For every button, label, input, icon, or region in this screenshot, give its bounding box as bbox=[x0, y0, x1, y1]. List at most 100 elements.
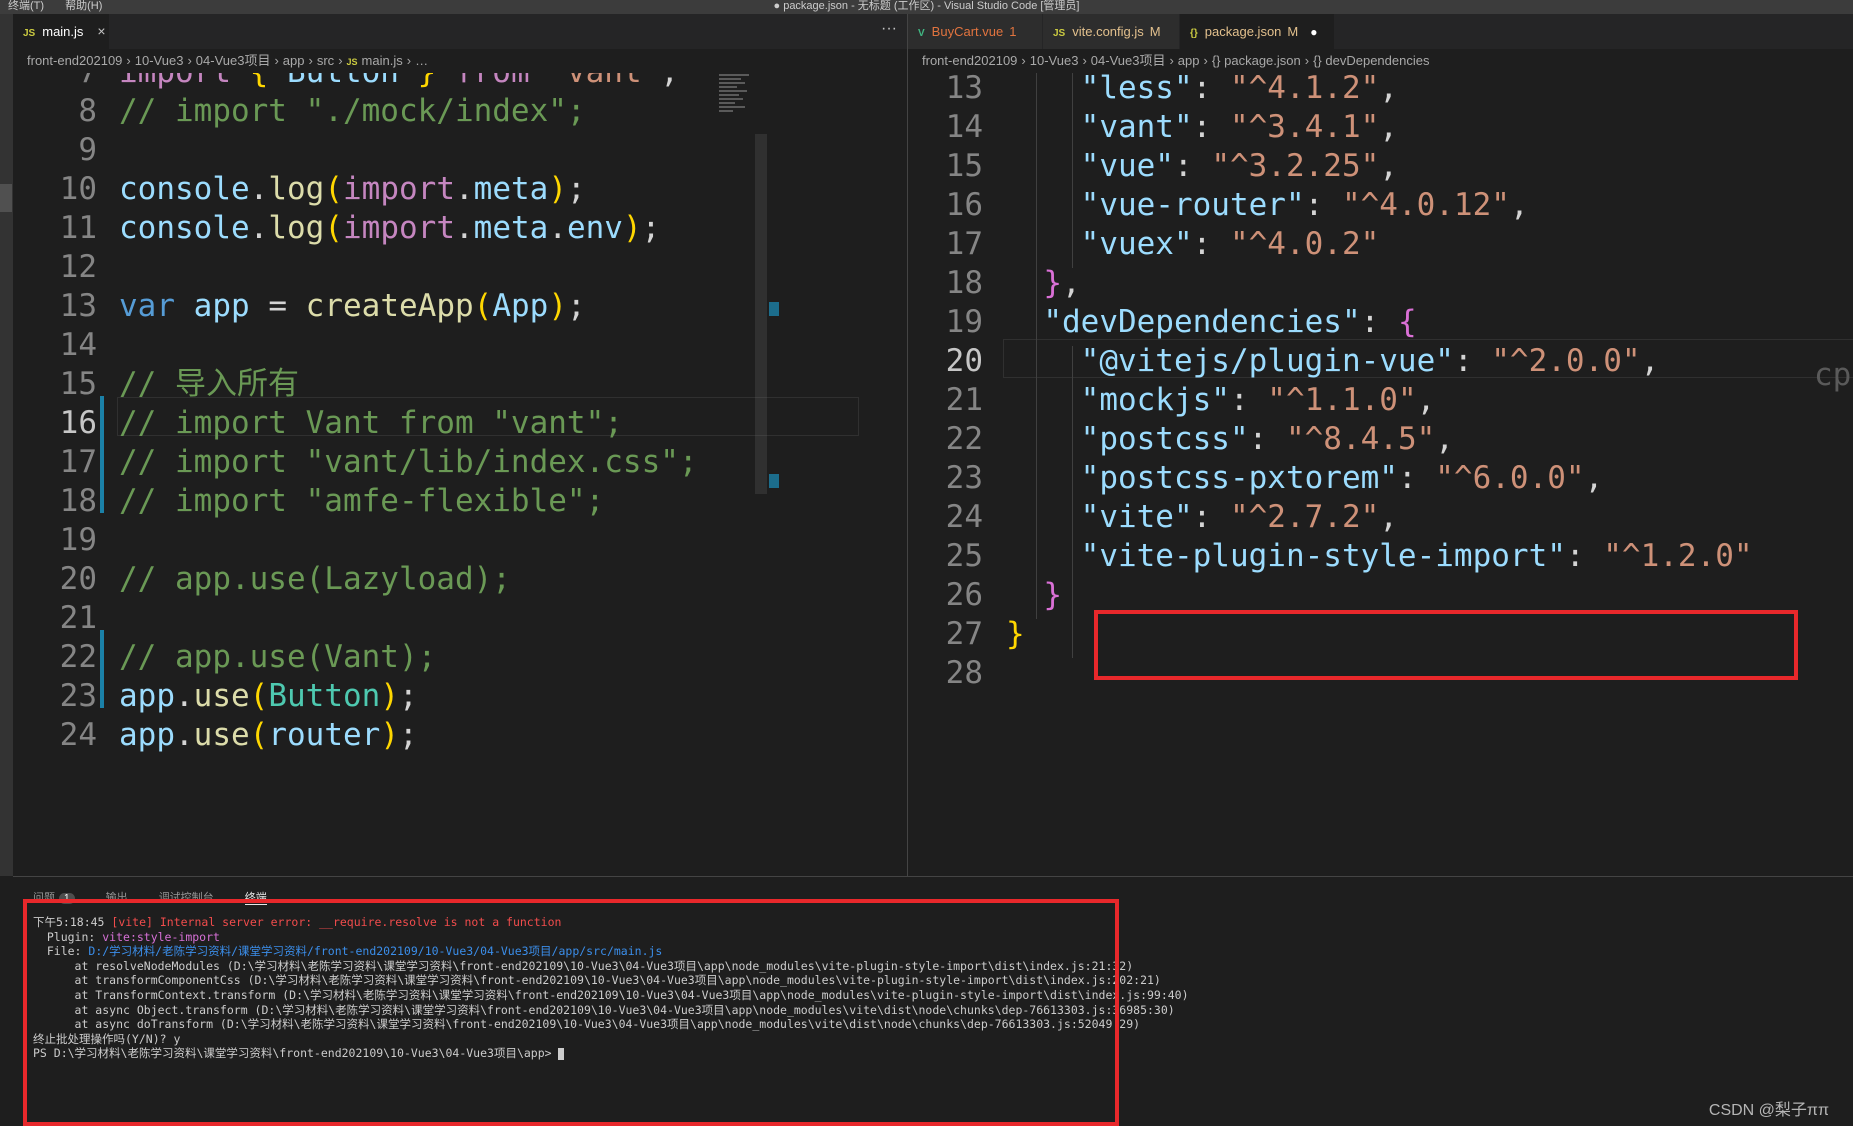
right-editor-group: V BuyCart.vue 1 JS vite.config.js M {} packag… bbox=[908, 14, 1853, 876]
code-editor[interactable]: 13 "less": "^4.1.2", 14 "vant": "^3.4.1",… bbox=[908, 73, 1853, 876]
code-line[interactable]: 11 console.log(import.meta.env); bbox=[13, 209, 907, 248]
tab-vite-config-js[interactable]: JS vite.config.js M bbox=[1043, 14, 1179, 49]
code-token: ( bbox=[324, 210, 343, 246]
line-number: 17 bbox=[59, 444, 97, 480]
code-line[interactable]: 14 "vant": "^3.4.1", bbox=[908, 108, 1853, 147]
code-token: env bbox=[566, 210, 623, 246]
breadcrumb-item[interactable]: app bbox=[1178, 53, 1200, 68]
code-token: . bbox=[175, 717, 194, 753]
breadcrumb-item[interactable]: {} package.json bbox=[1212, 53, 1301, 68]
code-line[interactable]: 22 "postcss": "^8.4.5", bbox=[908, 420, 1853, 459]
code-line[interactable]: 21 "mockjs": "^1.1.0", bbox=[908, 381, 1853, 420]
code-text: "vite": "^2.7.2", bbox=[1006, 498, 1398, 537]
breadcrumb-item[interactable]: {} devDependencies bbox=[1313, 53, 1429, 68]
code-line[interactable]: 13 "less": "^4.1.2", bbox=[908, 73, 1853, 108]
code-line[interactable]: 7 import { Button } from "vant"; bbox=[13, 73, 907, 92]
breadcrumb-item[interactable]: src bbox=[317, 53, 334, 68]
code-token: ( bbox=[249, 678, 269, 714]
line-number: 13 bbox=[59, 288, 97, 324]
breadcrumb-item[interactable]: main.js bbox=[362, 53, 403, 68]
code-line[interactable]: 23 "postcss-pxtorem": "^6.0.0", bbox=[908, 459, 1853, 498]
breadcrumb-item[interactable]: front-end202109 bbox=[27, 53, 122, 68]
breadcrumb-item[interactable]: 10-Vue3 bbox=[1030, 53, 1079, 68]
js-file-icon: JS bbox=[346, 57, 358, 67]
line-number: 24 bbox=[59, 717, 97, 753]
code-text: // app.use(Vant); bbox=[119, 638, 436, 677]
code-token: "^6.0.0" bbox=[1435, 460, 1585, 496]
overview-ruler-mark bbox=[769, 302, 779, 316]
more-actions-icon[interactable]: ··· bbox=[881, 14, 897, 49]
code-token: . bbox=[175, 678, 194, 714]
code-line[interactable]: 24 "vite": "^2.7.2", bbox=[908, 498, 1853, 537]
code-line[interactable]: 9 bbox=[13, 131, 907, 170]
code-line[interactable]: 16 "vue-router": "^4.0.12", bbox=[908, 186, 1853, 225]
breadcrumb-item[interactable]: app bbox=[283, 53, 305, 68]
code-text: import { Button } from "vant"; bbox=[119, 73, 679, 92]
line-number: 15 bbox=[945, 148, 983, 184]
line-number: 28 bbox=[945, 655, 983, 691]
chevron-right-icon: › bbox=[1082, 53, 1087, 68]
code-line[interactable]: 19 bbox=[13, 521, 907, 560]
code-line[interactable]: 14 bbox=[13, 326, 907, 365]
breadcrumb-item[interactable]: 04-Vue3项目 bbox=[196, 53, 271, 68]
js-file-icon: JS bbox=[23, 28, 36, 39]
json-file-icon: {} bbox=[1190, 28, 1198, 39]
code-line[interactable]: 20 "@vitejs/plugin-vue": "^2.0.0", bbox=[908, 342, 1853, 381]
code-line[interactable]: 18 }, bbox=[908, 264, 1853, 303]
line-number: 23 bbox=[59, 678, 97, 714]
code-token: console bbox=[119, 210, 250, 246]
tab-main-js[interactable]: JS main.js × bbox=[13, 14, 109, 49]
code-line[interactable]: 12 bbox=[13, 248, 907, 287]
scrollbar[interactable] bbox=[755, 134, 767, 494]
code-line[interactable]: 23 app.use(Button); bbox=[13, 677, 907, 716]
code-token: App bbox=[492, 288, 549, 324]
code-token: meta bbox=[473, 210, 549, 246]
line-number: 26 bbox=[945, 577, 983, 613]
breadcrumb-item[interactable]: 04-Vue3项目 bbox=[1091, 53, 1166, 68]
overview-ruler-mark bbox=[769, 474, 779, 488]
code-line[interactable]: 20 // app.use(Lazyload); bbox=[13, 560, 907, 599]
minimap[interactable] bbox=[719, 74, 749, 118]
tab-buycart-vue[interactable]: V BuyCart.vue 1 bbox=[908, 14, 1042, 49]
code-text: "postcss": "^8.4.5", bbox=[1006, 420, 1454, 459]
code-token: ) bbox=[548, 171, 567, 207]
breadcrumb-item[interactable]: 10-Vue3 bbox=[135, 53, 184, 68]
inline-hint: cpe bbox=[1814, 357, 1853, 393]
code-token: // import "./mock/index"; bbox=[119, 93, 586, 129]
code-line[interactable]: 16 // import Vant from "vant"; bbox=[13, 404, 907, 443]
code-line[interactable]: 8 // import "./mock/index"; bbox=[13, 92, 907, 131]
code-token: "^4.1.2" bbox=[1229, 73, 1380, 106]
code-line[interactable]: 21 bbox=[13, 599, 907, 638]
line-number: 13 bbox=[945, 73, 983, 106]
breadcrumb-item[interactable]: front-end202109 bbox=[922, 53, 1017, 68]
line-number: 14 bbox=[59, 327, 97, 363]
code-line[interactable]: 15 "vue": "^3.2.25", bbox=[908, 147, 1853, 186]
code-token: "^3.2.25" bbox=[1211, 148, 1380, 184]
code-line[interactable]: 15 // 导入所有 bbox=[13, 365, 907, 404]
tab-package-json[interactable]: {} package.json M ● bbox=[1180, 14, 1334, 49]
code-token: app bbox=[119, 678, 175, 714]
line-number: 20 bbox=[945, 343, 983, 379]
unsaved-dot-icon[interactable]: ● bbox=[1310, 25, 1317, 39]
code-line[interactable]: 24 app.use(router); bbox=[13, 716, 907, 755]
code-text: "postcss-pxtorem": "^6.0.0", bbox=[1006, 459, 1604, 498]
breadcrumb-item[interactable]: … bbox=[415, 53, 428, 68]
line-number: 11 bbox=[59, 210, 97, 246]
code-line[interactable]: 22 // app.use(Vant); bbox=[13, 638, 907, 677]
code-token: , bbox=[1379, 148, 1398, 184]
code-token: , bbox=[1379, 73, 1398, 106]
code-text: app.use(Button); bbox=[119, 677, 418, 716]
code-token: : bbox=[1192, 109, 1230, 145]
close-icon[interactable]: × bbox=[97, 23, 105, 39]
code-token: : bbox=[1453, 343, 1492, 379]
code-line[interactable]: 17 "vuex": "^4.0.2" bbox=[908, 225, 1853, 264]
code-line[interactable]: 10 console.log(import.meta); bbox=[13, 170, 907, 209]
code-token: , bbox=[1416, 382, 1436, 418]
code-token: ; bbox=[660, 73, 679, 90]
code-token: ) bbox=[380, 678, 399, 714]
code-token: , bbox=[1584, 460, 1604, 496]
activity-active-indicator[interactable] bbox=[0, 184, 12, 212]
code-line[interactable]: 19 "devDependencies": { bbox=[908, 303, 1853, 342]
code-line[interactable]: 25 "vite-plugin-style-import": "^1.2.0" bbox=[908, 537, 1853, 576]
watermark: CSDN @梨子ππ bbox=[1708, 1102, 1829, 1119]
